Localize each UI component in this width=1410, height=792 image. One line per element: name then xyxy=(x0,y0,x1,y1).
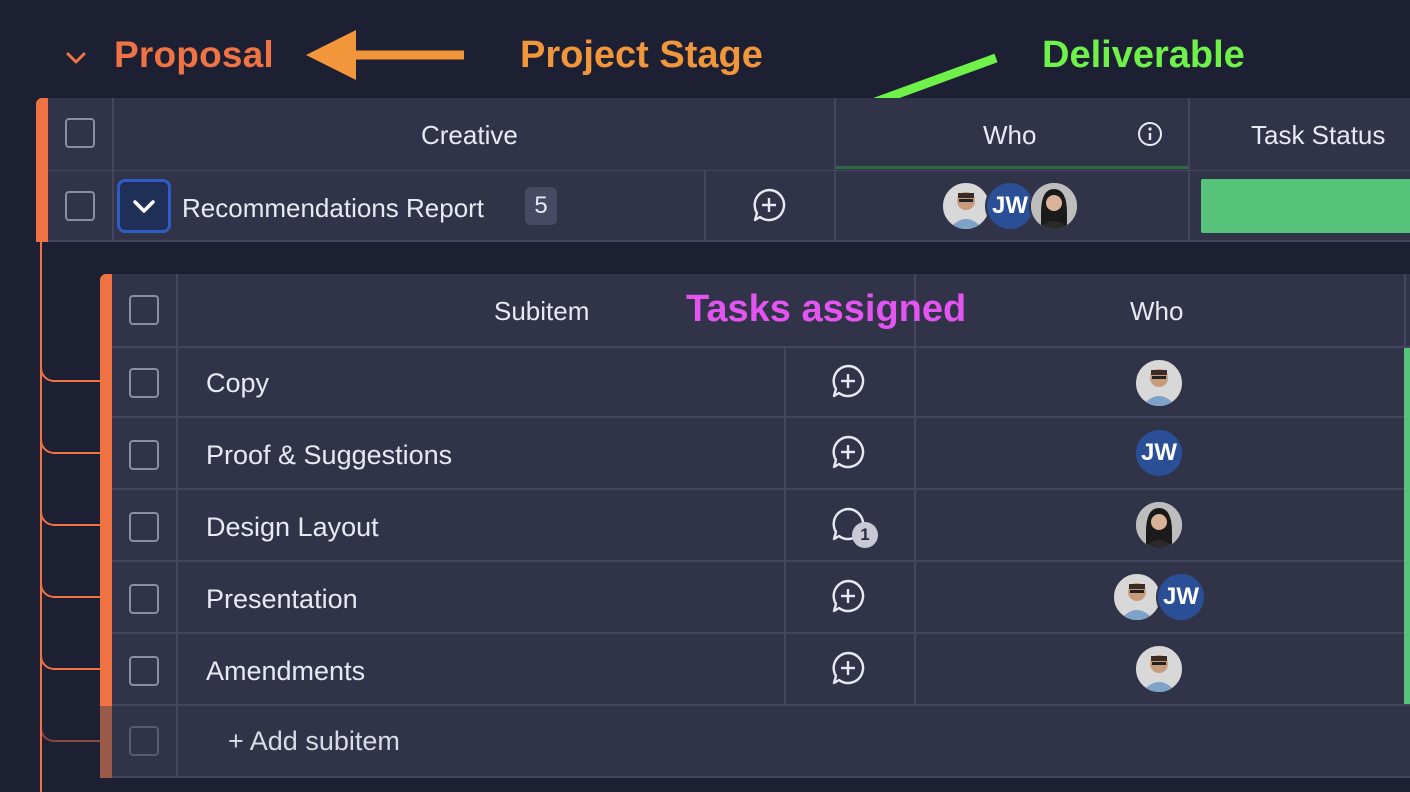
subitem-checkbox[interactable] xyxy=(129,440,159,470)
annotation-deliverable: Deliverable xyxy=(1042,34,1245,76)
column-header-sub-who: Who xyxy=(1130,296,1184,326)
annotation-tasks-assigned: Tasks assigned xyxy=(686,288,967,330)
subitem-name[interactable]: Amendments xyxy=(206,656,365,687)
item-select-cell xyxy=(48,171,114,241)
avatar-person-1[interactable] xyxy=(1134,358,1184,408)
subitems-color-bar-add-row xyxy=(100,706,112,778)
header-who-cell[interactable]: Who xyxy=(836,98,1190,170)
add-update-icon[interactable] xyxy=(830,363,866,399)
subitem-updates-cell[interactable] xyxy=(786,562,916,632)
subitem-name[interactable]: Design Layout xyxy=(206,512,379,543)
subitem-updates-cell[interactable] xyxy=(786,348,916,418)
task-status-pill[interactable] xyxy=(1201,179,1410,233)
tree-branch xyxy=(40,496,100,526)
add-row-checkbox xyxy=(129,726,159,756)
subitems-color-bar xyxy=(100,274,112,778)
add-update-icon[interactable] xyxy=(830,578,866,614)
avatar-jw[interactable]: JW xyxy=(1134,428,1184,478)
item-name-cell[interactable]: Recommendations Report xyxy=(114,171,706,241)
add-update-icon[interactable] xyxy=(830,650,866,686)
sub-select-all-checkbox[interactable] xyxy=(129,295,159,325)
annotation-project-stage: Project Stage xyxy=(520,34,763,76)
subitem-updates-cell[interactable] xyxy=(786,418,916,488)
subitem-status-edge xyxy=(1404,348,1410,704)
avatar-jw[interactable]: JW xyxy=(1156,572,1206,622)
info-icon[interactable] xyxy=(1136,120,1164,148)
column-header-task-status: Task Status xyxy=(1251,120,1386,150)
subitem-checkbox[interactable] xyxy=(129,512,159,542)
updates-count-badge: 1 xyxy=(852,522,878,548)
tree-branch xyxy=(40,712,100,742)
subitem-name[interactable]: Presentation xyxy=(206,584,358,615)
subitem-checkbox[interactable] xyxy=(129,656,159,686)
subitem-checkbox[interactable] xyxy=(129,584,159,614)
avatar-person-1[interactable] xyxy=(941,181,991,231)
expand-subitems-button[interactable] xyxy=(117,179,171,233)
item-checkbox[interactable] xyxy=(65,191,95,221)
add-subitem-input[interactable]: + Add subitem xyxy=(228,726,400,757)
subitem-name-cell[interactable] xyxy=(178,348,786,418)
subitem-name[interactable]: Copy xyxy=(206,368,269,399)
add-update-icon[interactable] xyxy=(830,434,866,470)
sub-header-select-cell xyxy=(112,274,178,346)
tree-branch xyxy=(40,352,100,382)
subitem-checkbox[interactable] xyxy=(129,368,159,398)
column-header-creative: Creative xyxy=(421,120,518,150)
sub-header-who-cell[interactable]: Who xyxy=(916,274,1406,346)
column-header-subitem: Subitem xyxy=(494,296,590,326)
avatar-person-1[interactable] xyxy=(1134,644,1184,694)
item-name[interactable]: Recommendations Report xyxy=(182,193,484,224)
add-update-icon[interactable] xyxy=(751,187,787,223)
subitem-row[interactable] xyxy=(112,348,1410,418)
subitem-name[interactable]: Proof & Suggestions xyxy=(206,440,452,471)
avatar-person-1[interactable] xyxy=(1112,572,1162,622)
tree-branch xyxy=(40,568,100,598)
main-table-header: Creative Who Task Status xyxy=(48,98,1410,170)
avatar-person-2[interactable] xyxy=(1029,181,1079,231)
select-all-checkbox[interactable] xyxy=(65,118,95,148)
group-color-bar xyxy=(36,98,48,242)
tree-branch xyxy=(40,424,100,454)
subitem-count-badge[interactable]: 5 xyxy=(525,187,557,225)
subitem-updates-cell[interactable] xyxy=(786,634,916,704)
avatar-person-2[interactable] xyxy=(1134,500,1184,550)
item-updates-cell[interactable] xyxy=(706,171,836,241)
header-task-status-cell[interactable]: Task Status xyxy=(1190,98,1410,170)
avatar-jw[interactable]: JW xyxy=(985,181,1035,231)
who-column-underline xyxy=(836,166,1188,169)
tree-branch xyxy=(40,640,100,670)
header-creative-cell[interactable]: Creative xyxy=(114,98,836,170)
chevron-down-icon xyxy=(133,200,155,213)
subitem-updates-cell[interactable]: 1 xyxy=(786,490,916,560)
header-select-cell xyxy=(48,98,114,170)
column-header-who: Who xyxy=(983,120,1037,150)
